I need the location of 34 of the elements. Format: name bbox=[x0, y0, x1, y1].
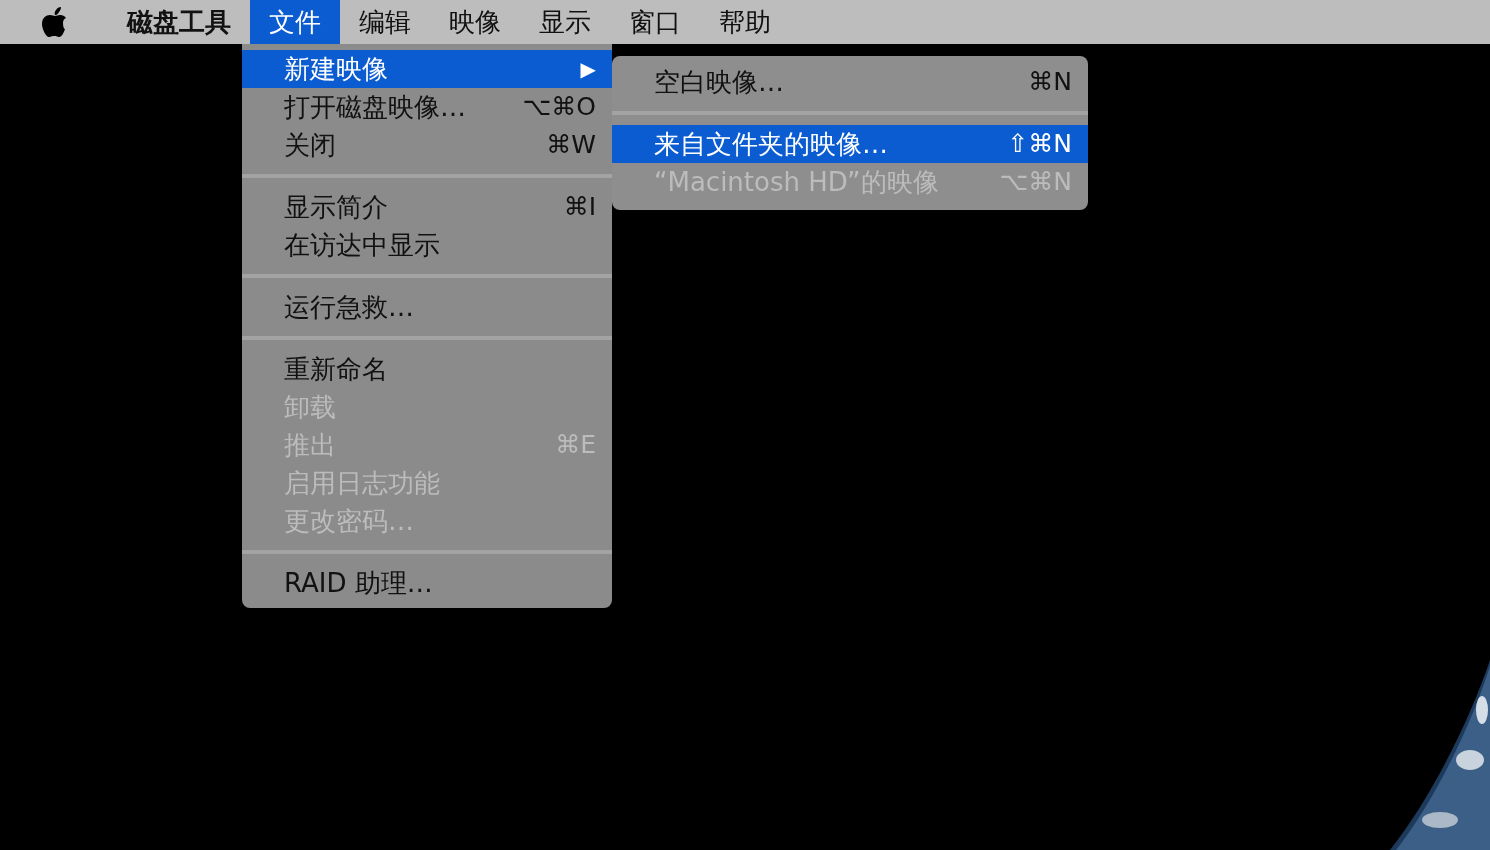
menu-bar-item[interactable]: 编辑 bbox=[340, 0, 430, 44]
menu-bar-item[interactable]: 帮助 bbox=[700, 0, 790, 44]
shortcut-label: ⇧⌘N bbox=[1007, 128, 1072, 161]
shortcut-label: ⌘W bbox=[546, 129, 596, 162]
menu-item[interactable]: 空白映像… ⌘N bbox=[612, 63, 1088, 101]
menu-bar-item[interactable]: 映像 bbox=[430, 0, 520, 44]
menu-item-label: 显示简介 bbox=[284, 190, 388, 224]
menu-item-label: RAID 助理… bbox=[284, 566, 433, 600]
menu-item-label: 打开磁盘映像… bbox=[284, 90, 466, 124]
shortcut-label: ⌘N bbox=[1028, 66, 1072, 99]
menu-item[interactable]: 显示简介 ⌘I bbox=[242, 188, 612, 226]
menu-bar-item[interactable]: 磁盘工具 bbox=[108, 0, 250, 44]
menu-bar-item[interactable]: 文件 bbox=[250, 0, 340, 44]
menu-item[interactable]: 重新命名 bbox=[242, 350, 612, 388]
menu-bar-item[interactable]: 显示 bbox=[520, 0, 610, 44]
menu-item-label: 重新命名 bbox=[284, 352, 388, 386]
menu-item[interactable]: RAID 助理… bbox=[242, 564, 612, 602]
menu-item-label: 空白映像… bbox=[654, 65, 784, 99]
apple-logo-icon[interactable] bbox=[40, 6, 68, 38]
menu-item-label: 新建映像 bbox=[284, 52, 388, 86]
menu-item[interactable]: 在访达中显示 bbox=[242, 226, 612, 264]
menu-item[interactable]: 打开磁盘映像… ⌥⌘O bbox=[242, 88, 612, 126]
menu-item-label: 关闭 bbox=[284, 128, 336, 162]
shortcut-label: ⌥⌘O bbox=[522, 91, 596, 124]
menu-item[interactable]: 运行急救… bbox=[242, 288, 612, 326]
menu-item[interactable]: 来自文件夹的映像… ⇧⌘N bbox=[612, 125, 1088, 163]
submenu-arrow: ▶ bbox=[580, 56, 596, 83]
menu-item-label: 来自文件夹的映像… bbox=[654, 127, 888, 161]
menu-item-label: 运行急救… bbox=[284, 290, 414, 324]
menu-item[interactable]: 新建映像 ▶ bbox=[242, 50, 612, 88]
menu-bar-item[interactable]: 窗口 bbox=[610, 0, 700, 44]
menu-item-label: 在访达中显示 bbox=[284, 228, 440, 262]
menu-item[interactable]: 关闭 ⌘W bbox=[242, 126, 612, 164]
shortcut-label: ⌘I bbox=[563, 191, 596, 224]
